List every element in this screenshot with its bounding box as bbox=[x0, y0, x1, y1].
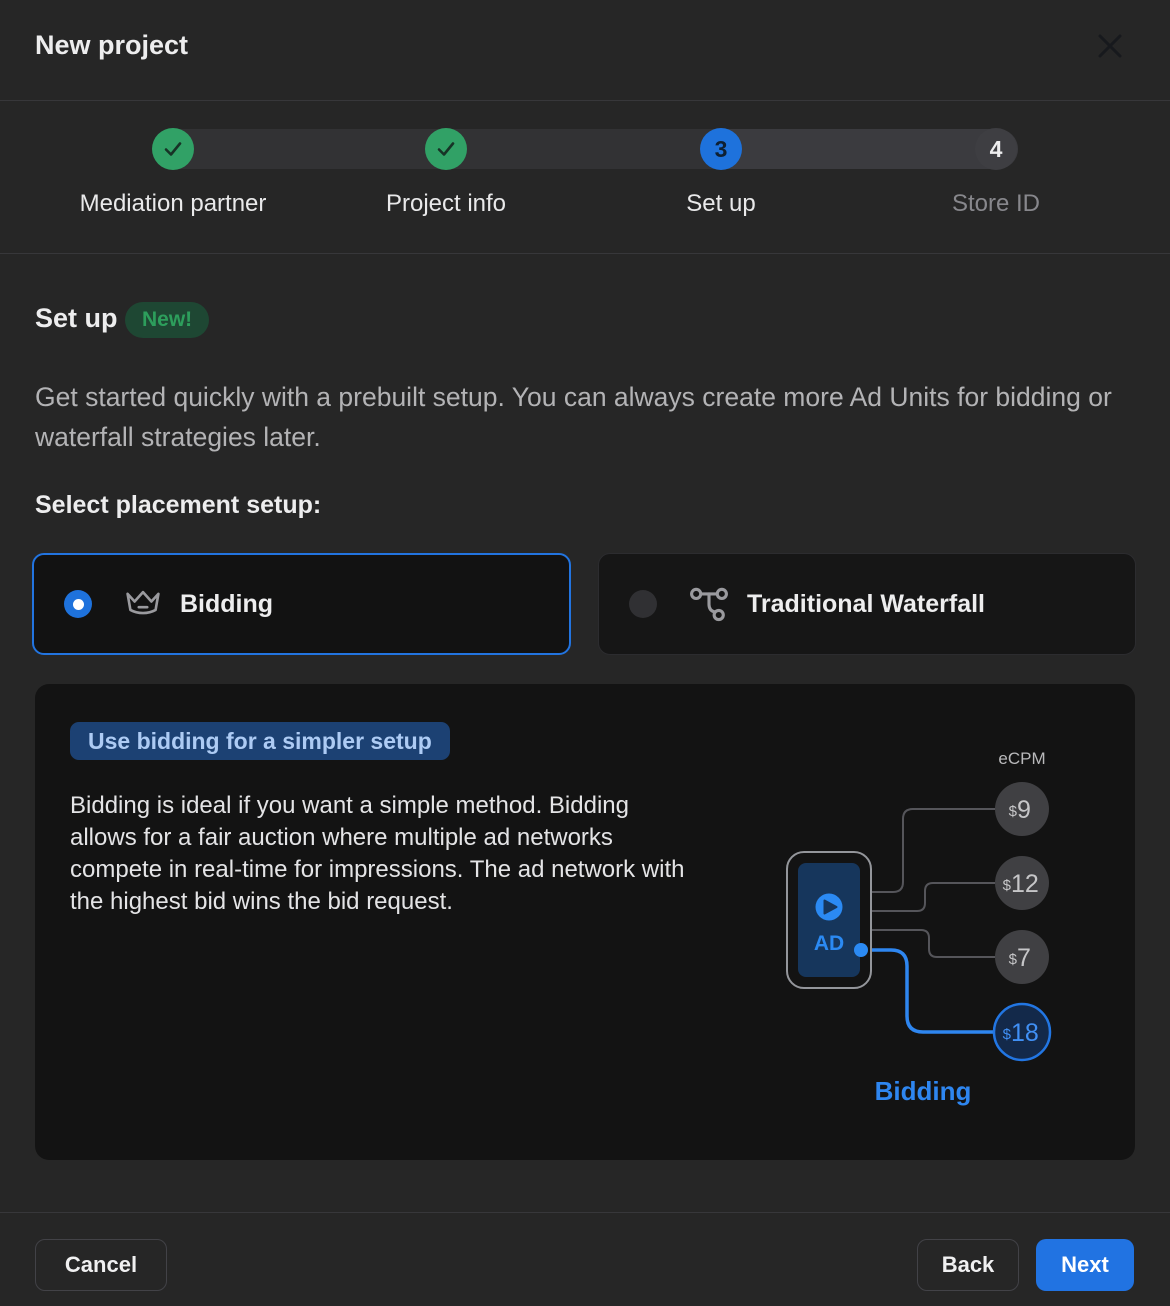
step-2-indicator[interactable] bbox=[425, 128, 467, 170]
close-icon bbox=[1093, 29, 1127, 63]
option-card-bidding[interactable]: Bidding bbox=[32, 553, 571, 655]
radio-dot bbox=[73, 599, 84, 610]
connector-line bbox=[871, 809, 995, 892]
step-2-label: Project info bbox=[306, 190, 586, 218]
next-button[interactable]: Next bbox=[1036, 1239, 1134, 1291]
option-label-waterfall: Traditional Waterfall bbox=[747, 590, 985, 619]
illustration-caption: Bidding bbox=[875, 1076, 972, 1106]
step-3-indicator[interactable]: 3 bbox=[700, 128, 742, 170]
stepper-track-remaining bbox=[721, 129, 1018, 169]
bid-value: 18 bbox=[1011, 1019, 1039, 1047]
step-1-label: Mediation partner bbox=[33, 190, 313, 218]
section-description: Get started quickly with a prebuilt setu… bbox=[35, 377, 1130, 457]
back-button[interactable]: Back bbox=[917, 1239, 1019, 1291]
cancel-button[interactable]: Cancel bbox=[35, 1239, 167, 1291]
winning-connector-line bbox=[861, 950, 993, 1032]
bidding-description: Bidding is ideal if you want a simple me… bbox=[70, 790, 685, 918]
check-icon bbox=[161, 137, 185, 161]
check-icon bbox=[434, 137, 458, 161]
ecpm-label: eCPM bbox=[998, 749, 1045, 768]
header-divider bbox=[0, 100, 1170, 101]
bid-value: 7 bbox=[1017, 944, 1031, 972]
step-1-indicator[interactable] bbox=[152, 128, 194, 170]
waterfall-radio[interactable] bbox=[629, 590, 657, 618]
step-number: 4 bbox=[990, 136, 1003, 163]
waterfall-branch-icon bbox=[687, 582, 731, 626]
bidding-tip-badge: Use bidding for a simpler setup bbox=[70, 722, 450, 760]
footer-divider bbox=[0, 1212, 1170, 1213]
bidding-radio[interactable] bbox=[64, 590, 92, 618]
connector-line bbox=[871, 930, 995, 957]
option-card-traditional-waterfall[interactable]: Traditional Waterfall bbox=[598, 553, 1136, 655]
option-label-bidding: Bidding bbox=[180, 590, 273, 619]
step-number: 3 bbox=[715, 136, 728, 163]
step-4-label: Store ID bbox=[856, 190, 1136, 218]
bidding-illustration: AD eCPM $ 9 $ 12 $ 7 $ 18 Bidding bbox=[745, 724, 1100, 1144]
bid-origin-dot bbox=[854, 943, 868, 957]
bid-value: 9 bbox=[1017, 796, 1031, 824]
bidding-info-panel: Use bidding for a simpler setup Bidding … bbox=[35, 684, 1135, 1160]
new-badge: New! bbox=[125, 302, 209, 338]
new-project-dialog: New project 3 4 Mediation partner Projec… bbox=[0, 0, 1170, 1306]
dialog-title: New project bbox=[35, 30, 188, 61]
step-3-label: Set up bbox=[581, 190, 861, 218]
close-button[interactable] bbox=[1088, 24, 1132, 68]
ad-label: AD bbox=[814, 932, 844, 955]
select-placement-label: Select placement setup: bbox=[35, 491, 321, 520]
bid-value: 12 bbox=[1011, 870, 1039, 898]
crown-icon bbox=[122, 586, 164, 622]
section-heading: Set up bbox=[35, 303, 118, 334]
stepper-divider bbox=[0, 253, 1170, 254]
step-4-indicator[interactable]: 4 bbox=[975, 128, 1017, 170]
connector-line bbox=[871, 883, 995, 911]
